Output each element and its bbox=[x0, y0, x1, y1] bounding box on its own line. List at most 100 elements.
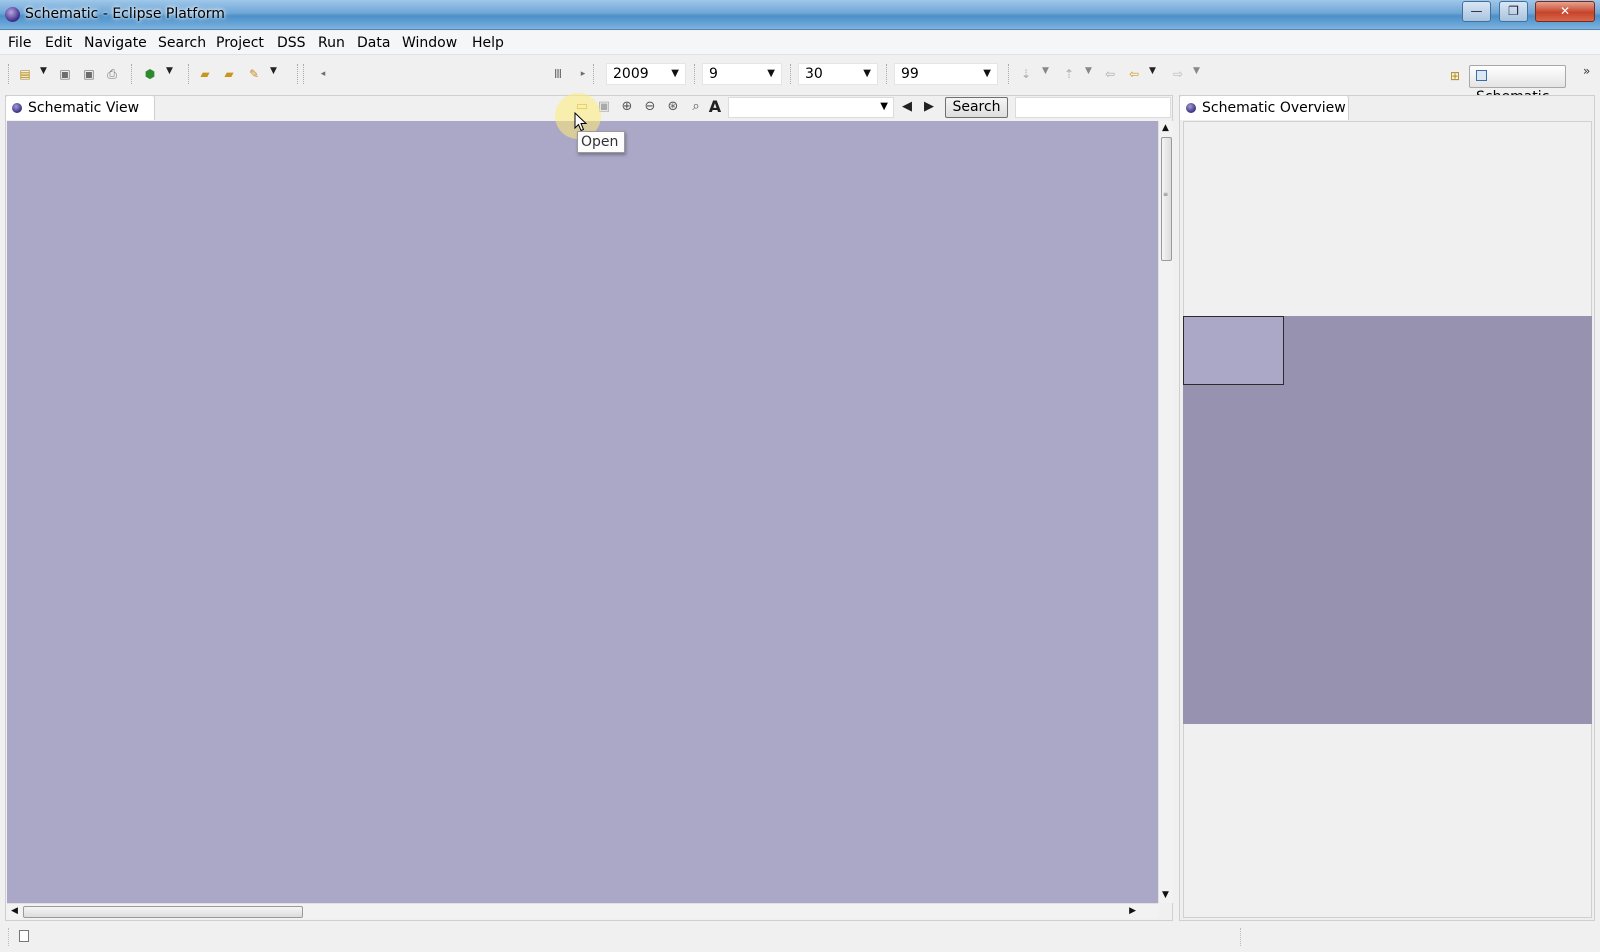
last-edit-icon[interactable]: ⇦ bbox=[1102, 66, 1118, 82]
prev-icon[interactable]: ◀ bbox=[899, 99, 915, 115]
perspective-schematic-button[interactable]: Schematic bbox=[1469, 65, 1566, 105]
toolbar-separator bbox=[1008, 64, 1010, 84]
forward-icon[interactable]: ⇨ bbox=[1170, 66, 1186, 82]
open-icon[interactable]: ▰ bbox=[221, 66, 237, 82]
toolbar-separator bbox=[131, 64, 133, 84]
next-annotation-icon[interactable]: ⇣ bbox=[1018, 66, 1034, 82]
title-bar: Schematic - Eclipse Platform — ❐ ✕ bbox=[0, 0, 1600, 30]
scroll-down-icon[interactable]: ▼ bbox=[1162, 890, 1169, 900]
horizontal-scrollbar[interactable]: ◀ ▶ bbox=[7, 903, 1158, 919]
menu-data[interactable]: Data bbox=[357, 35, 390, 51]
year-value: 2009 bbox=[613, 66, 649, 82]
chevron-down-icon[interactable]: ▼ bbox=[1193, 66, 1200, 76]
day-select[interactable]: 30 ▼ bbox=[798, 63, 878, 85]
chevron-down-icon[interactable]: ▼ bbox=[1085, 66, 1092, 76]
fast-view-icon[interactable] bbox=[19, 930, 29, 942]
year-select[interactable]: 2009 ▼ bbox=[606, 63, 686, 85]
mouse-cursor-icon bbox=[574, 112, 588, 132]
chevron-down-icon[interactable]: ▼ bbox=[270, 66, 277, 76]
close-button[interactable]: ✕ bbox=[1535, 1, 1595, 22]
chevron-down-icon: ▼ bbox=[671, 68, 679, 79]
view-icon bbox=[1186, 103, 1196, 113]
zoom-in-icon[interactable]: ⊕ bbox=[619, 99, 635, 115]
value-value: 99 bbox=[901, 66, 919, 82]
grip-icon: ≡ bbox=[1163, 191, 1169, 198]
toolbar-separator bbox=[694, 64, 696, 84]
run-icon[interactable]: ⬢ bbox=[142, 66, 158, 82]
chevron-down-icon[interactable]: ▼ bbox=[1042, 66, 1049, 76]
window-title: Schematic - Eclipse Platform bbox=[25, 6, 225, 22]
menu-project[interactable]: Project bbox=[216, 35, 264, 51]
chevron-down-icon[interactable]: ▼ bbox=[166, 66, 173, 76]
toolbar-separator bbox=[593, 64, 595, 84]
font-icon[interactable]: A bbox=[707, 99, 723, 115]
menu-dss[interactable]: DSS bbox=[277, 35, 306, 51]
scroll-right-icon[interactable]: ▸ bbox=[575, 66, 591, 82]
columns-icon[interactable]: Ⅲ bbox=[550, 66, 566, 82]
next-icon[interactable]: ▶ bbox=[921, 99, 937, 115]
wrench-icon[interactable]: ✎ bbox=[246, 66, 262, 82]
menu-search[interactable]: Search bbox=[158, 35, 206, 51]
open-perspective-icon[interactable]: ⊞ bbox=[1447, 68, 1463, 84]
maximize-button[interactable]: ❐ bbox=[1499, 1, 1528, 22]
value-select[interactable]: 99 ▼ bbox=[894, 63, 998, 85]
save-icon[interactable]: ▣ bbox=[57, 66, 73, 82]
tooltip: Open bbox=[577, 131, 625, 153]
toolbar-separator bbox=[8, 64, 10, 84]
menu-bar: File Edit Navigate Search Project DSS Ru… bbox=[0, 31, 1600, 55]
tab-schematic-view[interactable]: Schematic View bbox=[5, 95, 155, 120]
menu-navigate[interactable]: Navigate bbox=[84, 35, 147, 51]
tab-label: Schematic Overview bbox=[1202, 100, 1346, 116]
toolbar-separator bbox=[886, 64, 888, 84]
chevron-down-icon: ▼ bbox=[863, 68, 871, 79]
toolbar-separator bbox=[790, 64, 792, 84]
zoom-fit-icon[interactable]: ⊛ bbox=[665, 99, 681, 115]
scroll-thumb[interactable] bbox=[23, 906, 303, 918]
chevron-down-icon: ▼ bbox=[880, 101, 888, 112]
vertical-scrollbar[interactable]: ▲ ≡ ▼ bbox=[1158, 121, 1173, 903]
menu-window[interactable]: Window bbox=[402, 35, 457, 51]
search-button[interactable]: Search bbox=[945, 97, 1008, 118]
menu-help[interactable]: Help bbox=[472, 35, 504, 51]
new-icon[interactable]: ▤ bbox=[17, 66, 33, 82]
search-input[interactable] bbox=[1015, 97, 1171, 118]
more-icon[interactable]: » bbox=[1583, 64, 1590, 78]
chevron-down-icon[interactable]: ▼ bbox=[1149, 66, 1156, 76]
perspective-icon bbox=[1476, 70, 1487, 81]
minimize-button[interactable]: — bbox=[1462, 1, 1491, 22]
schematic-canvas[interactable] bbox=[7, 121, 1158, 903]
open-folder-icon[interactable]: ▰ bbox=[197, 66, 213, 82]
save-all-icon[interactable]: ▣ bbox=[81, 66, 97, 82]
eclipse-icon bbox=[5, 7, 20, 22]
scroll-thumb[interactable] bbox=[1161, 137, 1172, 261]
chevron-down-icon: ▼ bbox=[767, 68, 775, 79]
view-icon bbox=[12, 103, 22, 113]
chevron-down-icon: ▼ bbox=[983, 68, 991, 79]
status-separator bbox=[8, 928, 9, 946]
back-icon[interactable]: ⇦ bbox=[1126, 66, 1142, 82]
day-value: 30 bbox=[805, 66, 823, 82]
scroll-right-icon[interactable]: ▶ bbox=[1129, 906, 1136, 916]
tab-label: Schematic View bbox=[28, 100, 140, 116]
menu-file[interactable]: File bbox=[8, 35, 31, 51]
status-bar bbox=[0, 922, 1600, 952]
tab-schematic-overview[interactable]: Schematic Overview bbox=[1179, 95, 1349, 120]
month-select[interactable]: 9 ▼ bbox=[702, 63, 782, 85]
scroll-up-icon[interactable]: ▲ bbox=[1162, 123, 1169, 133]
chevron-down-icon[interactable]: ▼ bbox=[40, 66, 47, 76]
font-select[interactable]: ▼ bbox=[728, 97, 894, 118]
month-value: 9 bbox=[709, 66, 718, 82]
toolbar-separator bbox=[303, 64, 305, 84]
status-separator bbox=[1240, 928, 1241, 946]
scroll-left-icon[interactable]: ◂ bbox=[315, 66, 331, 82]
menu-run[interactable]: Run bbox=[318, 35, 345, 51]
scroll-left-icon[interactable]: ◀ bbox=[11, 906, 18, 916]
overview-viewport-rect[interactable] bbox=[1183, 316, 1284, 385]
menu-edit[interactable]: Edit bbox=[45, 35, 72, 51]
prev-annotation-icon[interactable]: ⇡ bbox=[1061, 66, 1077, 82]
zoom-out-icon[interactable]: ⊖ bbox=[642, 99, 658, 115]
main-toolbar: ▤ ▼ ▣ ▣ ⎙ ⬢ ▼ ▰ ▰ ✎ ▼ ◂ Ⅲ ▸ 2009 ▼ 9 ▼ 3… bbox=[0, 56, 1600, 105]
zoom-icon[interactable]: ⌕ bbox=[688, 99, 704, 115]
print-icon[interactable]: ⎙ bbox=[104, 66, 120, 82]
toolbar-separator bbox=[297, 64, 299, 84]
